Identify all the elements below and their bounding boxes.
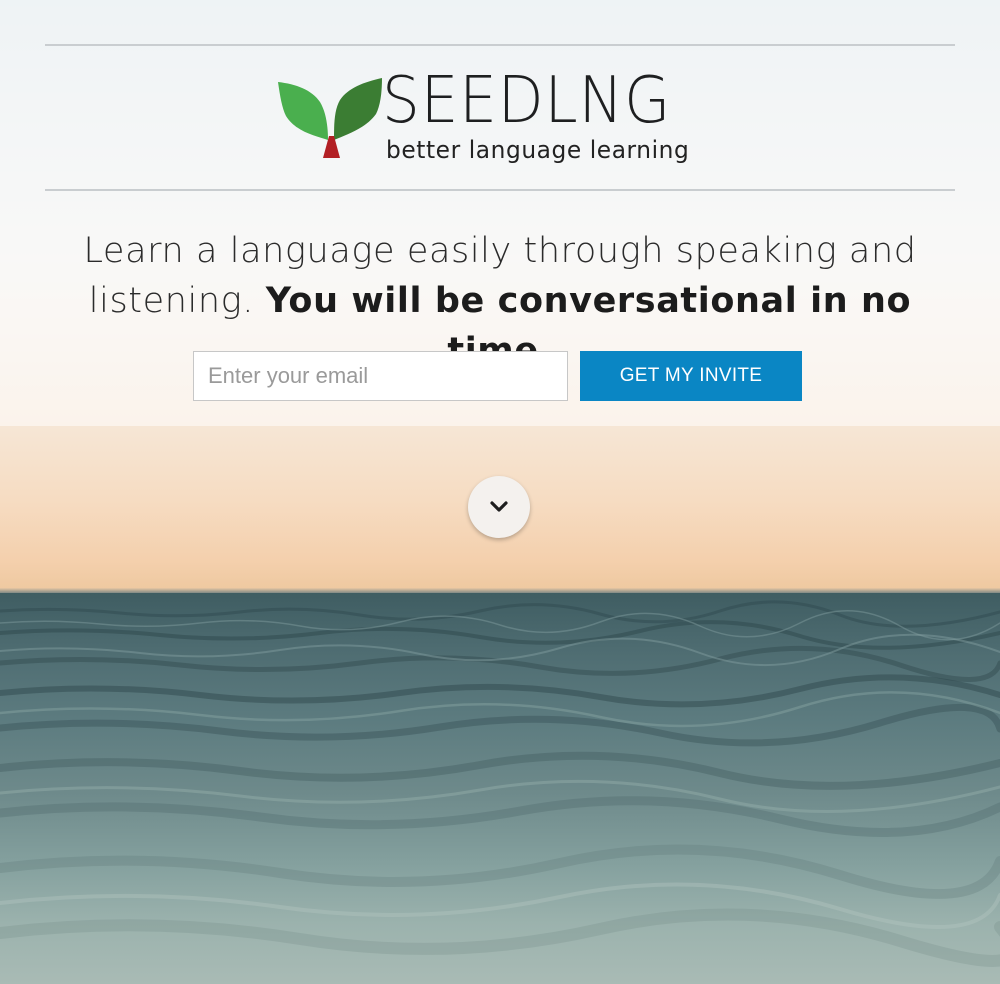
email-input[interactable] [193, 351, 568, 401]
brand-name: SEEDLNG [382, 64, 672, 138]
scroll-down-button[interactable] [468, 476, 530, 538]
bottom-divider [45, 189, 955, 191]
sprout-icon [278, 78, 382, 158]
logo: SEEDLNG better language learning [278, 66, 723, 167]
brand-tagline: better language learning [386, 136, 690, 164]
get-invite-button[interactable]: GET MY INVITE [580, 351, 802, 401]
chevron-down-icon [490, 501, 508, 512]
sea-waves [0, 600, 1000, 967]
top-divider [45, 44, 955, 46]
